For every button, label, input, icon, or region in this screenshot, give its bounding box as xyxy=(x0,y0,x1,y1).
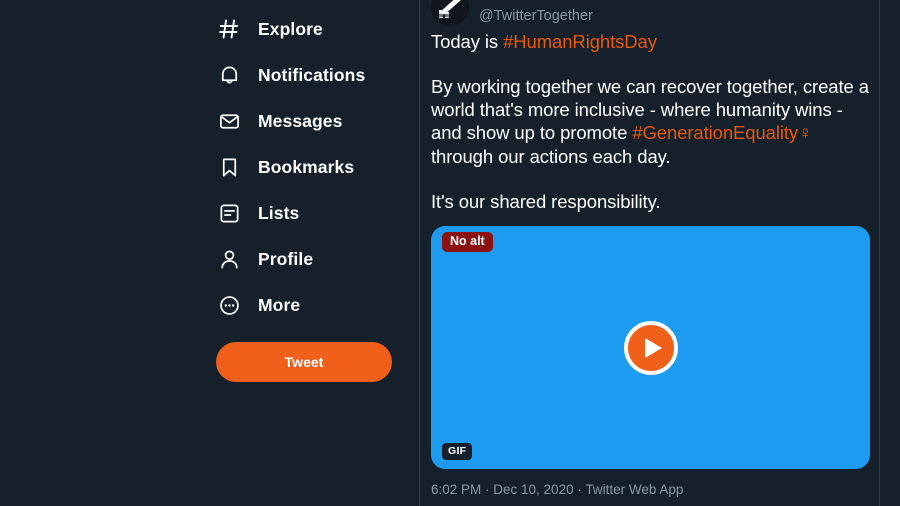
sidebar-item-label: More xyxy=(258,294,301,315)
hashtag-human-rights-day[interactable]: #HumanRightsDay xyxy=(503,31,657,52)
play-triangle-icon xyxy=(644,337,662,358)
bell-icon xyxy=(216,62,242,88)
hashtag-icon xyxy=(216,16,242,42)
sidebar-item-messages[interactable]: Messages xyxy=(216,98,416,144)
tweet-paragraph-3: It's our shared responsibility. xyxy=(431,191,661,212)
author-handle[interactable]: @TwitterTogether xyxy=(479,8,593,24)
person-icon xyxy=(216,246,242,272)
sidebar-item-explore[interactable]: Explore xyxy=(216,6,416,52)
hashtag-generation-equality[interactable]: #GenerationEquality xyxy=(632,122,798,143)
bookmark-icon xyxy=(216,154,242,180)
sidebar-item-label: Profile xyxy=(258,248,314,269)
tweet-line1-prefix: Today is xyxy=(431,31,504,52)
tweet-column: @TwitterTogether Today is #HumanRightsDa… xyxy=(420,0,879,506)
sidebar-item-lists[interactable]: Lists xyxy=(216,190,416,236)
ellipsis-circle-icon xyxy=(216,292,242,318)
tweet-timestamp-meta: 6:02 PM · Dec 10, 2020 · Twitter Web App xyxy=(431,482,684,497)
sidebar-item-label: Notifications xyxy=(258,64,366,85)
gif-badge: GIF xyxy=(442,442,473,460)
twitter-tweet-view: Explore Notifications Messages Bookmarks… xyxy=(0,0,900,506)
tweet-paragraph-2: By working together we can recover toget… xyxy=(431,75,875,168)
tweet-media-card[interactable]: No alt GIF xyxy=(431,226,870,469)
sidebar-item-label: Explore xyxy=(258,18,323,39)
tweet-para2-part-b: through our actions each day. xyxy=(431,146,671,167)
sidebar-item-profile[interactable]: Profile xyxy=(216,236,416,282)
sidebar-item-label: Bookmarks xyxy=(258,156,355,177)
tweet-paragraph-1: Today is #HumanRightsDay xyxy=(431,30,875,53)
tweet-author-row: @TwitterTogether xyxy=(431,0,593,26)
left-sidebar: Explore Notifications Messages Bookmarks… xyxy=(0,0,419,506)
sidebar-item-notifications[interactable]: Notifications xyxy=(216,52,416,98)
no-alt-badge[interactable]: No alt xyxy=(442,232,493,252)
envelope-icon xyxy=(216,108,242,134)
right-column-divider xyxy=(879,0,880,506)
sidebar-item-more[interactable]: More xyxy=(216,282,416,328)
tweet-button[interactable]: Tweet xyxy=(216,342,392,382)
sidebar-item-bookmarks[interactable]: Bookmarks xyxy=(216,144,416,190)
tweet-text: Today is #HumanRightsDay By working toge… xyxy=(431,30,875,213)
sidebar-item-label: Lists xyxy=(258,202,300,223)
list-icon xyxy=(216,200,242,226)
play-button[interactable] xyxy=(623,320,678,375)
avatar[interactable] xyxy=(431,0,469,26)
primary-navigation: Explore Notifications Messages Bookmarks… xyxy=(216,6,416,328)
female-symbol-emoji: ♀ xyxy=(798,123,813,144)
sidebar-item-label: Messages xyxy=(258,110,343,131)
